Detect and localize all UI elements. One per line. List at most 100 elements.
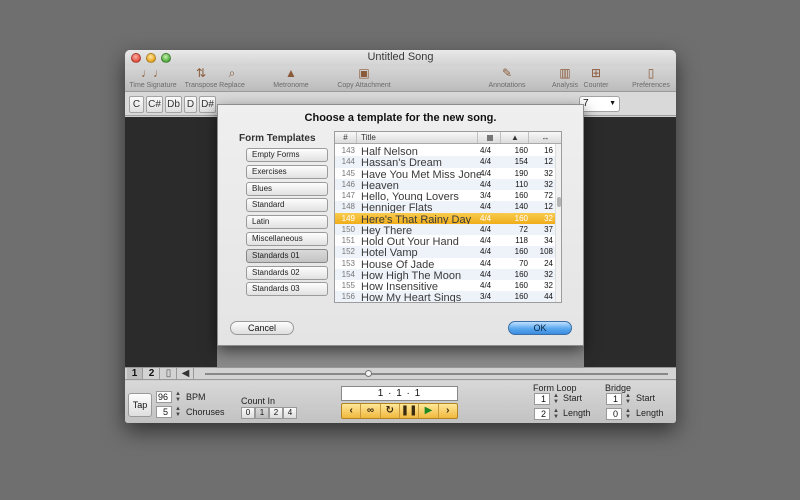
cell-tempo: 140	[514, 202, 528, 212]
time-signature-icon: ♩♩	[141, 66, 165, 80]
next-icon[interactable]: ›	[439, 404, 457, 418]
form-template-button[interactable]: Exercises	[246, 164, 328, 179]
column-title[interactable]: Title	[358, 132, 478, 143]
cell-bars: 32	[544, 168, 553, 178]
bridge-start-label: Start	[636, 393, 656, 403]
table-row[interactable]: 148 Henniger Flats 4/4 140 12	[335, 201, 555, 214]
key-button-d-sharp[interactable]: D#	[199, 96, 216, 113]
table-row[interactable]: 155 How Insensitive 4/4 160 32	[335, 280, 555, 293]
toolbar-item-analysis[interactable]: ▥ Analysis	[550, 66, 580, 92]
table-row[interactable]: 143 Half Nelson 4/4 160 16	[335, 145, 555, 158]
toolbar-item-metronome[interactable]: ▲ Metronome	[271, 66, 311, 92]
table-row[interactable]: 152 Hotel Vamp 4/4 160 108	[335, 246, 555, 259]
table-row[interactable]: 150 Hey There 4/4 72 37	[335, 223, 555, 237]
toolbar-item-replace[interactable]: ⌕ Replace	[219, 66, 245, 92]
cell-num: 146	[341, 179, 355, 189]
table-row[interactable]: 149 Here's That Rainy Day 4/4 160 32	[335, 212, 555, 226]
count-in-0[interactable]: 0	[241, 407, 255, 419]
tab-page-1[interactable]: 1	[127, 368, 143, 379]
bridge-start-field[interactable]: 1	[606, 393, 622, 405]
window-title: Untitled Song	[367, 51, 434, 63]
volume-slider[interactable]	[205, 370, 668, 377]
form-loop-length-field[interactable]: 2	[534, 408, 550, 420]
cancel-button[interactable]: Cancel	[230, 321, 294, 335]
table-scroll-thumb[interactable]	[557, 197, 561, 207]
column-bars[interactable]: ↔	[530, 132, 561, 143]
preferences-icon: ▯	[647, 66, 655, 80]
cell-tempo: 154	[514, 157, 528, 167]
bridge-length-stepper[interactable]: ▲ ▼	[624, 408, 632, 420]
toolbar-item-time-signature[interactable]: ♩♩ Time Signature	[128, 66, 178, 92]
form-template-button[interactable]: Standards 03	[246, 282, 328, 297]
pause-icon[interactable]: ❚❚	[400, 404, 420, 418]
form-loop-length-label: Length	[563, 408, 591, 418]
key-button-c[interactable]: C	[129, 96, 144, 113]
cell-num: 144	[341, 157, 355, 167]
column-time-signature[interactable]	[479, 132, 501, 143]
cell-num: 153	[341, 258, 355, 268]
form-loop-start-field[interactable]: 1	[534, 393, 550, 405]
cell-num: 147	[341, 191, 355, 200]
count-in-2[interactable]: 2	[269, 407, 283, 419]
toolbar-item-transpose[interactable]: ⇅ Transpose	[183, 66, 219, 92]
volume-slider-knob[interactable]	[365, 370, 372, 377]
column-tempo[interactable]: ▲	[502, 132, 529, 143]
song-table: # Title ▲ ↔ 143 Half Nelson 4/4 160 16 144 Has…	[334, 131, 562, 303]
previous-icon[interactable]: ‹	[342, 404, 362, 418]
table-row[interactable]: 145 Have You Met Miss Jones 4/4 190 32	[335, 168, 555, 181]
cell-tempo: 118	[515, 236, 528, 245]
repeat-icon[interactable]: ↻	[381, 404, 400, 418]
choruses-field[interactable]: 5	[156, 406, 172, 418]
table-row[interactable]: 147 Hello, Young Lovers 3/4 160 72	[335, 190, 555, 203]
column-number[interactable]: #	[335, 132, 357, 143]
form-template-button[interactable]: Standards 02	[246, 265, 328, 280]
document-icon[interactable]: ▯	[161, 368, 177, 379]
form-template-button[interactable]: Empty Forms	[246, 148, 328, 162]
form-template-button[interactable]: Standards 01	[246, 248, 328, 263]
table-row[interactable]: 146 Heaven 4/4 110 32	[335, 178, 555, 192]
speaker-icon[interactable]: ◀	[178, 368, 194, 379]
table-row[interactable]: 154 How High The Moon 4/4 160 32	[335, 268, 555, 282]
key-select[interactable]: 7 ▼	[579, 96, 620, 112]
form-template-button[interactable]: Latin	[246, 215, 328, 230]
bpm-field[interactable]: 96	[156, 391, 172, 403]
metronome-column-icon: ▲	[511, 133, 519, 142]
form-template-button[interactable]: Blues	[246, 181, 328, 196]
bridge-length-field[interactable]: 0	[606, 408, 622, 420]
cell-bars: 34	[544, 236, 553, 245]
toolbar-item-counter[interactable]: ⊞ Counter	[581, 66, 611, 92]
choruses-stepper[interactable]: ▲ ▼	[174, 406, 182, 418]
table-row[interactable]: 153 House Of Jade 4/4 70 24	[335, 258, 555, 271]
tap-tempo-button[interactable]: Tap	[128, 393, 152, 417]
ok-button[interactable]: OK	[508, 321, 572, 335]
minimize-window-button[interactable]	[146, 53, 156, 63]
loop-icon[interactable]: ∞	[361, 404, 381, 418]
table-row[interactable]: 151 Hold Out Your Hand 4/4 118 34	[335, 235, 555, 248]
toolbar-item-label: Time Signature	[129, 82, 177, 89]
choruses-label: Choruses	[186, 407, 225, 417]
toolbar-item-copy-attachment[interactable]: ▣ Copy Attachment	[333, 66, 395, 92]
form-template-button[interactable]: Miscellaneous	[246, 232, 328, 246]
zoom-window-button[interactable]	[161, 53, 171, 63]
bridge-start-stepper[interactable]: ▲ ▼	[624, 393, 632, 405]
table-scrollbar[interactable]	[555, 144, 561, 302]
form-template-button[interactable]: Standard	[246, 198, 328, 213]
play-icon[interactable]: ▶	[419, 404, 439, 418]
count-in-1[interactable]: 1	[255, 407, 269, 419]
close-window-button[interactable]	[131, 53, 141, 63]
table-row[interactable]: 144 Hassan's Dream 4/4 154 12	[335, 156, 555, 169]
form-templates-heading: Form Templates	[239, 133, 316, 144]
tab-page-2[interactable]: 2	[144, 368, 160, 379]
key-button-c-sharp[interactable]: C#	[146, 96, 163, 113]
count-in-4[interactable]: 4	[283, 407, 297, 419]
form-loop-length-stepper[interactable]: ▲ ▼	[552, 408, 560, 420]
table-row[interactable]: 156 How My Heart Sings 3/4 160 44	[335, 291, 555, 302]
toolbar-item-label: Transpose	[184, 82, 218, 89]
key-button-d[interactable]: D	[184, 96, 197, 113]
bpm-stepper[interactable]: ▲ ▼	[174, 391, 182, 403]
toolbar-item-annotations[interactable]: ✎ Annotations	[485, 66, 529, 92]
cell-title: How My Heart Sings	[361, 292, 462, 303]
toolbar-item-preferences[interactable]: ▯ Preferences	[630, 66, 672, 92]
form-loop-start-stepper[interactable]: ▲ ▼	[552, 393, 560, 405]
key-button-d-flat[interactable]: Db	[165, 96, 182, 113]
